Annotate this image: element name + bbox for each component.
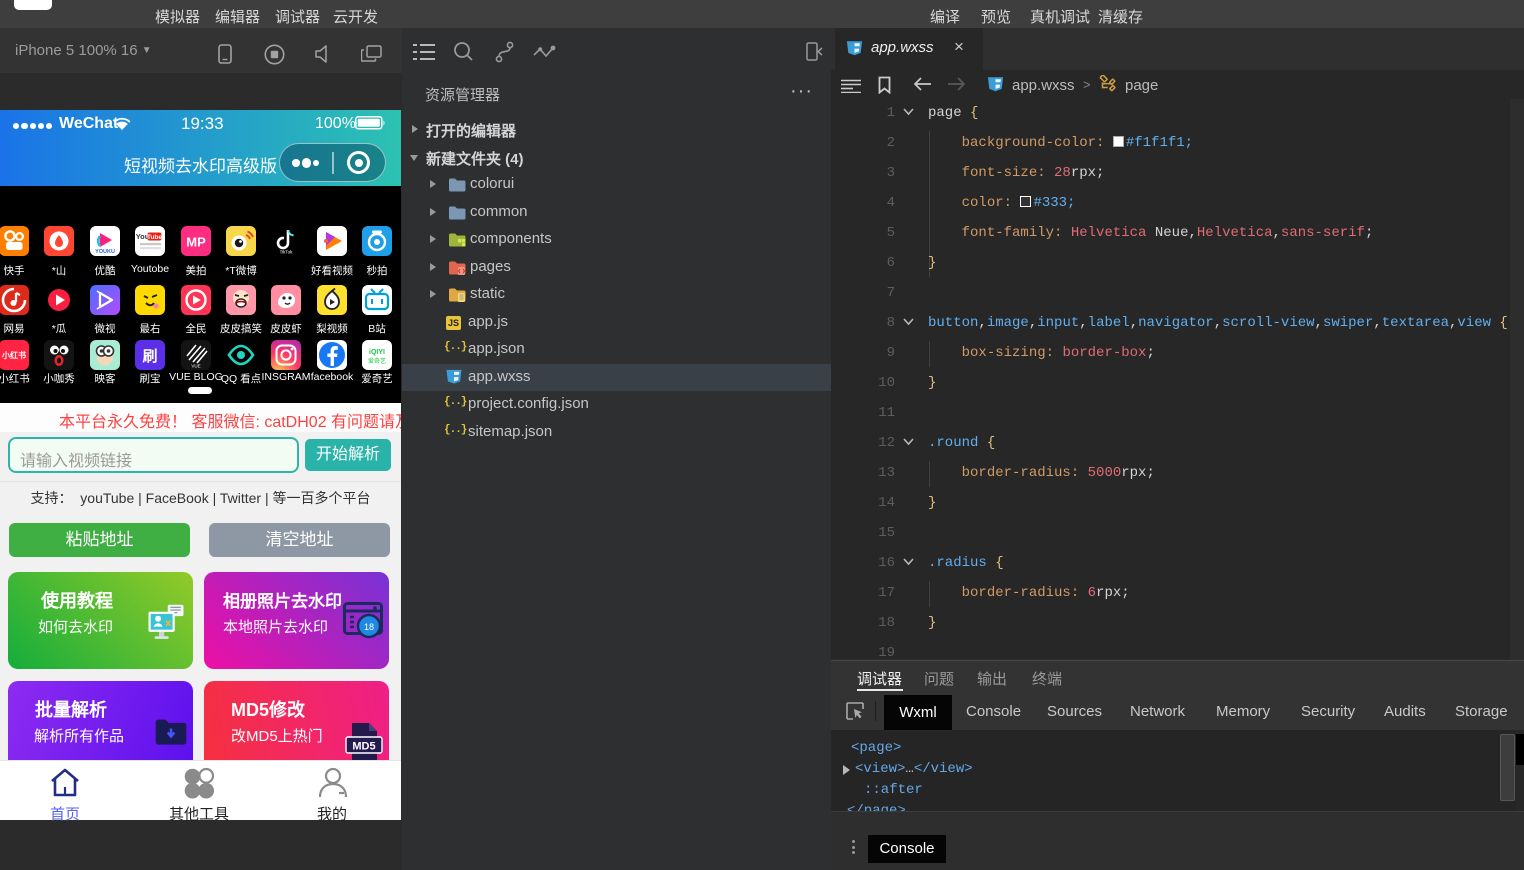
svg-text:iQIYI: iQIYI <box>369 349 385 356</box>
svg-text:MP: MP <box>186 235 206 250</box>
svg-text:TikTok: TikTok <box>280 250 294 255</box>
svg-text:18: 18 <box>364 622 374 632</box>
svg-text:Tube: Tube <box>147 234 162 241</box>
svg-text:VUE: VUE <box>191 364 200 369</box>
svg-text:爱奇艺: 爱奇艺 <box>368 357 386 365</box>
svg-text:YOUKU: YOUKU <box>95 249 115 255</box>
svg-text:MD5: MD5 <box>352 741 375 753</box>
